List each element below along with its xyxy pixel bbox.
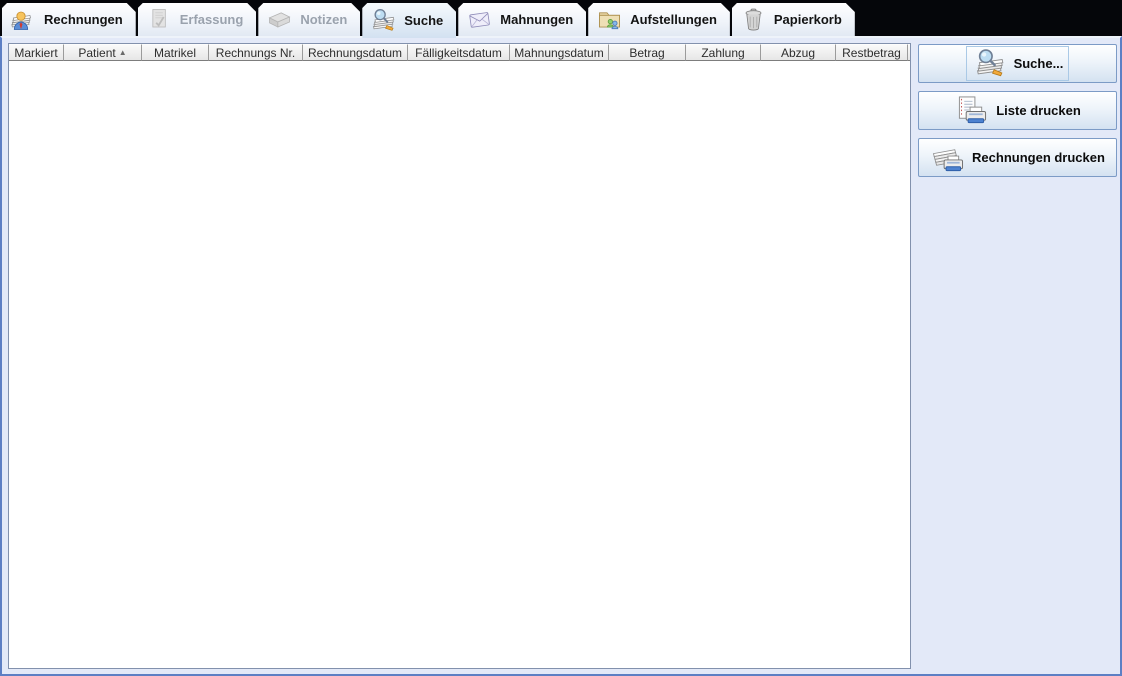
column-header-abzug[interactable]: Abzug [761,44,836,61]
button-label: Rechnungen drucken [972,150,1105,165]
search-invoices-icon [972,48,1008,79]
document-edit-icon [146,7,173,32]
column-label: Markiert [14,45,58,60]
action-panel: Suche... Liste drucken Rechnungen drucken [914,38,1120,177]
column-header-rechnungs-nr[interactable]: Rechnungs Nr. [209,44,303,61]
table-header-row: Markiert Patient ▲ Matrikel Rechnungs Nr. Rec… [9,44,910,61]
rechnungen-drucken-button[interactable]: Rechnungen drucken [918,138,1117,177]
tab-bar: Rechnungen Erfassung Notizen Suche Mahnungen… [0,0,1122,36]
button-content: Rechnungen drucken [924,140,1111,175]
print-invoices-icon [930,142,966,173]
tab-aufstellungen[interactable]: Aufstellungen [588,3,730,36]
column-header-rechnungsdatum[interactable]: Rechnungsdatum [303,44,408,61]
button-label: Suche... [1013,56,1064,71]
content-area: Markiert Patient ▲ Matrikel Rechnungs Nr. Rec… [0,36,1122,676]
table-body [9,61,910,668]
column-label: Matrikel [153,45,196,60]
tab-notizen: Notizen [258,3,360,36]
column-header-betrag[interactable]: Betrag [609,44,686,61]
app-window: Rechnungen Erfassung Notizen Suche Mahnungen… [0,0,1122,676]
tab-mahnungen[interactable]: Mahnungen [458,3,586,36]
column-label: Rechnungs Nr. [215,45,296,60]
sort-ascending-icon: ▲ [118,47,127,57]
column-label: Betrag [629,45,665,60]
search-invoices-icon [370,8,397,33]
tab-label: Erfassung [179,12,244,27]
invoice-table-panel: Markiert Patient ▲ Matrikel Rechnungs Nr. Rec… [8,43,911,669]
column-header-mahnungsdatum[interactable]: Mahnungsdatum [510,44,609,61]
liste-drucken-button[interactable]: Liste drucken [918,91,1117,130]
tab-label: Aufstellungen [630,12,717,27]
column-header-filler [908,44,910,61]
column-header-patient[interactable]: Patient ▲ [64,44,142,61]
button-content: Liste drucken [948,93,1087,128]
notes-icon [266,7,293,32]
column-label: Abzug [780,45,816,60]
envelope-icon [466,7,493,32]
column-label: Restbetrag [842,45,901,60]
tab-label: Papierkorb [773,12,842,27]
column-header-markiert[interactable]: Markiert [9,44,64,61]
tab-label: Rechnungen [44,12,123,27]
button-label: Liste drucken [996,103,1081,118]
column-header-matrikel[interactable]: Matrikel [142,44,209,61]
folder-users-icon [596,7,623,32]
column-label: Patient [78,45,116,60]
invoices-person-icon [10,7,37,32]
column-header-zahlung[interactable]: Zahlung [686,44,761,61]
column-label: Zahlung [701,45,745,60]
tab-label: Mahnungen [500,12,574,27]
column-label: Mahnungsdatum [514,45,604,60]
trash-icon [740,7,767,32]
tab-suche[interactable]: Suche [362,3,456,38]
tab-erfassung: Erfassung [138,3,257,36]
tab-papierkorb[interactable]: Papierkorb [732,3,855,36]
tab-label: Suche [404,13,444,28]
tab-rechnungen[interactable]: Rechnungen [2,3,136,36]
tab-label: Notizen [300,12,348,27]
print-list-icon [954,95,990,126]
suche-button[interactable]: Suche... [918,44,1117,83]
column-header-fälligkeitsdatum[interactable]: Fälligkeitsdatum [408,44,510,61]
button-content: Suche... [965,46,1070,81]
column-label: Rechnungsdatum [307,45,403,60]
column-label: Fälligkeitsdatum [415,45,502,60]
column-header-restbetrag[interactable]: Restbetrag [836,44,908,61]
